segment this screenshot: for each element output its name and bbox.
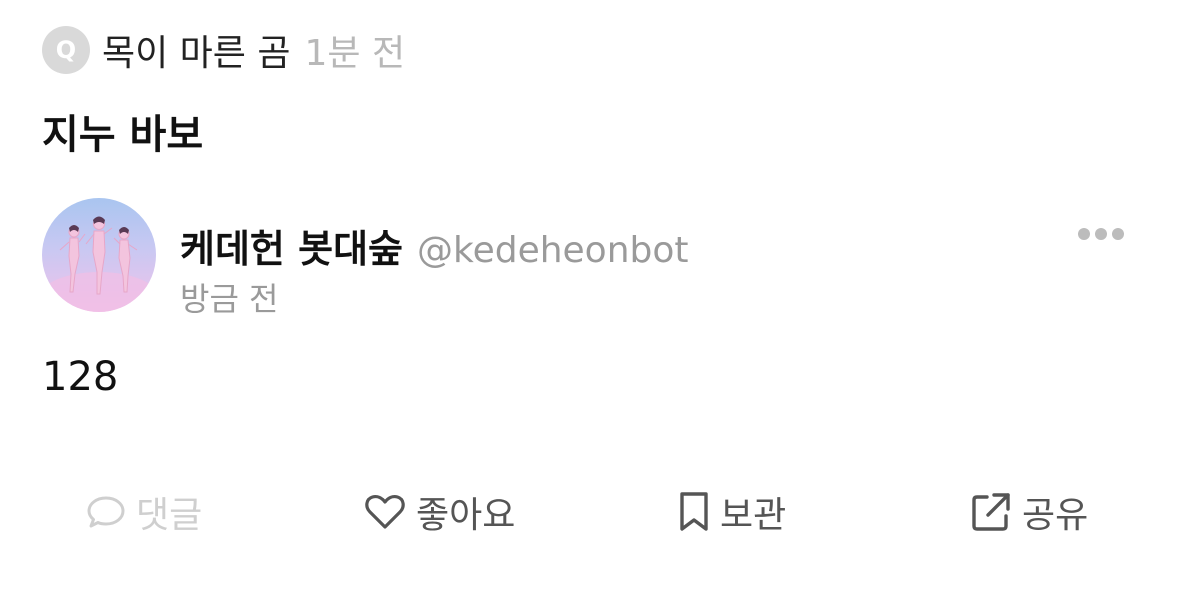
like-button[interactable]: 좋아요 <box>364 488 515 536</box>
more-dot <box>1078 228 1090 240</box>
posted-time: 방금 전 <box>180 280 279 318</box>
question-text: 지누 바보 <box>42 112 204 158</box>
bookmark-icon <box>678 491 710 533</box>
comment-label: 댓글 <box>136 495 203 536</box>
asker-name: 목이 마른 곰 <box>102 33 291 74</box>
like-label: 좋아요 <box>416 495 516 536</box>
q-badge-letter: Q <box>55 36 77 64</box>
save-button[interactable]: 보관 <box>678 488 786 536</box>
share-label: 공유 <box>1022 495 1089 536</box>
question-header: Q 목이 마른 곰 1분 전 <box>42 26 405 74</box>
avatar[interactable] <box>42 198 156 312</box>
more-dot <box>1112 228 1124 240</box>
author-line: 케데헌 봇대숲 @kedeheonbot <box>180 218 689 273</box>
heart-icon <box>364 493 406 531</box>
asked-time: 1분 전 <box>304 33 406 74</box>
avatar-image <box>42 216 156 312</box>
answer-text: 128 <box>42 354 119 400</box>
author-name[interactable]: 케데헌 봇대숲 <box>180 218 403 273</box>
comment-button[interactable]: 댓글 <box>86 488 202 536</box>
speech-bubble-icon <box>86 494 126 530</box>
share-button[interactable]: 공유 <box>970 488 1088 536</box>
save-label: 보관 <box>720 495 787 536</box>
author-handle[interactable]: @kedeheonbot <box>417 230 689 271</box>
q-badge-icon: Q <box>42 26 90 74</box>
external-share-icon <box>970 491 1012 533</box>
more-dot <box>1095 228 1107 240</box>
more-dots-icon[interactable] <box>1078 224 1124 244</box>
